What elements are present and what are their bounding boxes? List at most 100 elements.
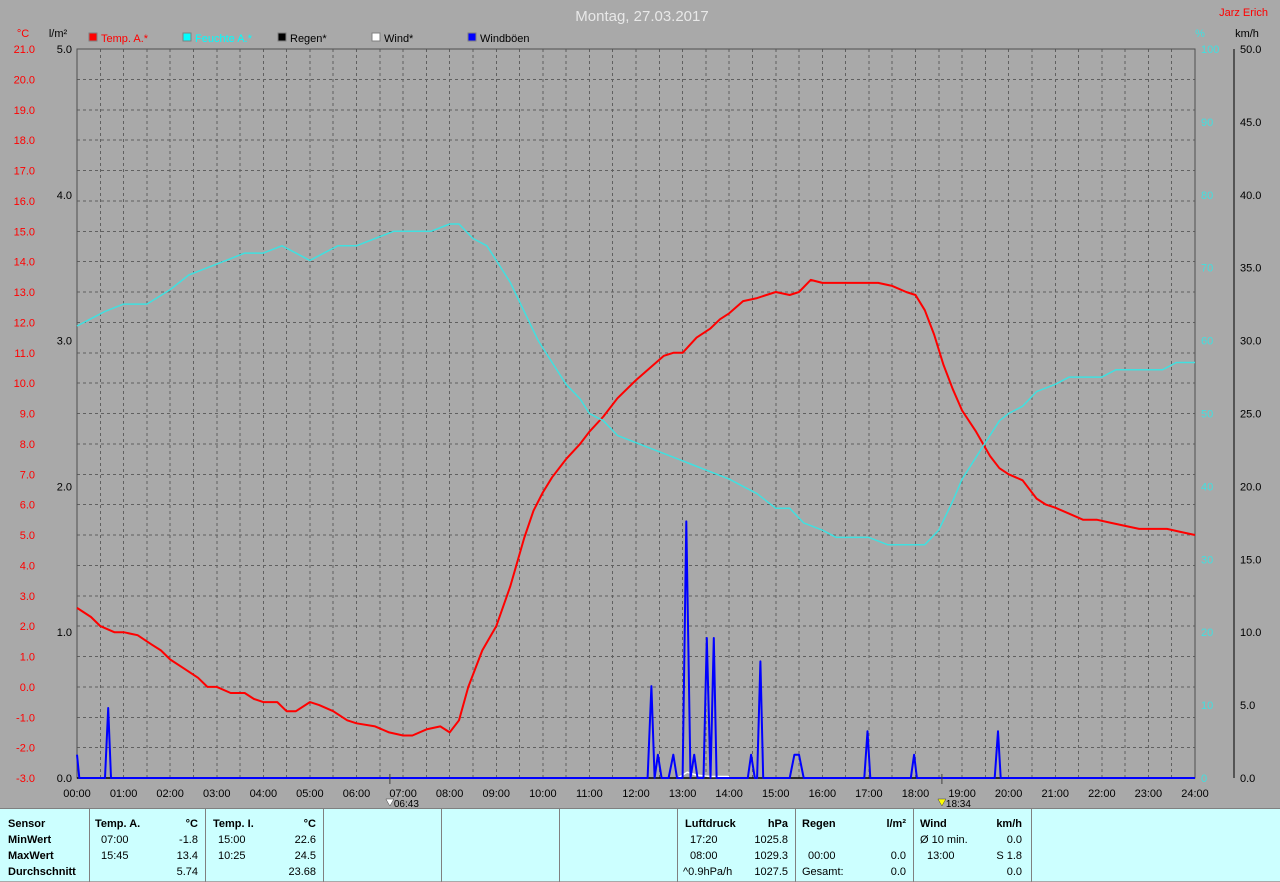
pressure-max-value: 1029.3 (754, 850, 788, 862)
rain-value: 0.0 (890, 850, 906, 862)
humidity-tick-label: 20 (1201, 627, 1213, 639)
temp-a-header: Temp. A. (95, 818, 141, 830)
sunset-marker-icon (937, 798, 947, 807)
x-tick-label: 17:00 (855, 788, 883, 800)
temp-tick-label: 17.0 (14, 166, 35, 178)
temp-tick-label: 3.0 (20, 591, 35, 603)
legend-swatch (467, 32, 477, 42)
temp-tick-label: 6.0 (20, 500, 35, 512)
x-tick-label: 09:00 (482, 788, 510, 800)
x-tick-label: 20:00 (995, 788, 1023, 800)
humidity-tick-label: 40 (1201, 481, 1213, 493)
legend-label: Wind* (384, 33, 414, 45)
temp-unit-label: °C (17, 28, 29, 40)
rain-tick-label: 4.0 (57, 190, 72, 202)
temp-a-min-time: 07:00 (101, 834, 129, 846)
wind-tick-label: 0.0 (1240, 773, 1255, 785)
humidity-tick-label: 50 (1201, 409, 1213, 421)
humidity-tick-label: 70 (1201, 263, 1213, 275)
humidity-tick-label: 80 (1201, 190, 1213, 202)
x-tick-label: 16:00 (809, 788, 837, 800)
temp-a-max-value: 13.4 (176, 850, 198, 862)
wind-tick-label: 40.0 (1240, 190, 1261, 202)
wind-header: Wind (920, 818, 947, 830)
temp-tick-label: -1.0 (16, 712, 35, 724)
temp-a-min-value: -1.8 (179, 834, 198, 846)
row-label-min: MinWert (8, 834, 52, 846)
temp-tick-label: 16.0 (14, 196, 35, 208)
temp-tick-label: 11.0 (14, 348, 35, 360)
weather-chart: Montag, 27.03.2017 Jarz Erich °C l/m² % … (14, 7, 1268, 808)
temp-tick-label: 4.0 (20, 560, 35, 572)
humidity-tick-label: 100 (1201, 44, 1219, 56)
rain-total-value: 0.0 (890, 866, 906, 878)
sunrise-marker-icon (385, 798, 395, 807)
wind-tick-label: 50.0 (1240, 44, 1261, 56)
legend-swatch (277, 32, 287, 42)
rain-time: 00:00 (808, 850, 836, 862)
x-tick-label: 15:00 (762, 788, 790, 800)
temp-tick-label: -3.0 (16, 773, 35, 785)
temp-tick-label: 13.0 (14, 287, 35, 299)
x-tick-label: 02:00 (156, 788, 184, 800)
wind-tick-label: 5.0 (1240, 700, 1255, 712)
x-tick-label: 24:00 (1181, 788, 1209, 800)
x-tick-label: 06:00 (343, 788, 371, 800)
pressure-min-value: 1025.8 (754, 834, 788, 846)
pressure-unit: hPa (767, 818, 788, 830)
humidity-tick-label: 0 (1201, 773, 1207, 785)
rain-total-label: Gesamt: (802, 866, 844, 878)
pressure-max-time: 08:00 (690, 850, 718, 862)
x-tick-label: 11:00 (576, 788, 603, 800)
temp-tick-label: -2.0 (16, 743, 35, 755)
humidity-tick-label: 10 (1201, 700, 1213, 712)
wind-tick-label: 45.0 (1240, 117, 1261, 129)
wind-avg-value: 0.0 (1006, 834, 1022, 846)
x-tick-label: 23:00 (1135, 788, 1163, 800)
temp-tick-label: 7.0 (20, 469, 35, 481)
chart-title: Montag, 27.03.2017 (575, 8, 708, 25)
legend-label: Regen* (290, 33, 327, 45)
temp-a-unit: °C (185, 818, 198, 830)
x-tick-label: 18:00 (902, 788, 930, 800)
wind-tick-label: 15.0 (1240, 554, 1261, 566)
legend-label: Temp. A.* (101, 33, 149, 45)
temp-i-unit: °C (303, 818, 316, 830)
sensor-header: Sensor (8, 818, 46, 830)
humidity-tick-label: 30 (1201, 554, 1213, 566)
temp-i-max-time: 10:25 (218, 850, 246, 862)
wind-unit: km/h (996, 818, 1022, 830)
legend-swatch (88, 32, 98, 42)
wind-time: 13:00 (927, 850, 955, 862)
wind-unit-label: km/h (1235, 28, 1259, 40)
temp-tick-label: 14.0 (14, 257, 35, 269)
temp-i-header: Temp. I. (213, 818, 254, 830)
x-tick-label: 05:00 (296, 788, 324, 800)
temp-tick-label: 19.0 (14, 105, 35, 117)
wind-avg-label: Ø 10 min. (920, 834, 968, 846)
temp-tick-label: 12.0 (14, 317, 35, 329)
x-tick-label: 14:00 (715, 788, 743, 800)
temp-tick-label: 1.0 (20, 652, 35, 664)
legend-label: Windböen (480, 33, 530, 45)
rain-unit-label: l/m² (49, 28, 68, 40)
temp-tick-label: 10.0 (14, 378, 35, 390)
legend-swatch (371, 32, 381, 42)
row-label-avg: Durchschnitt (8, 866, 76, 878)
legend-label: Feuchte A.* (195, 33, 253, 45)
wind-tick-label: 20.0 (1240, 481, 1261, 493)
wind-direction-value: S 1.8 (996, 850, 1022, 862)
rain-tick-label: 0.0 (57, 773, 72, 785)
temp-tick-label: 0.0 (20, 682, 35, 694)
pressure-min-time: 17:20 (690, 834, 718, 846)
x-tick-label: 01:00 (110, 788, 138, 800)
humidity-tick-label: 90 (1201, 117, 1213, 129)
sunset-marker-time: 18:34 (946, 799, 971, 808)
temp-i-min-time: 15:00 (218, 834, 246, 846)
row-label-max: MaxWert (8, 850, 54, 862)
temp-i-avg-value: 23.68 (288, 866, 316, 878)
sunrise-marker-time: 06:43 (394, 799, 419, 808)
temp-a-avg-value: 5.74 (176, 866, 198, 878)
x-tick-label: 21:00 (1041, 788, 1069, 800)
rain-tick-label: 1.0 (57, 627, 72, 639)
